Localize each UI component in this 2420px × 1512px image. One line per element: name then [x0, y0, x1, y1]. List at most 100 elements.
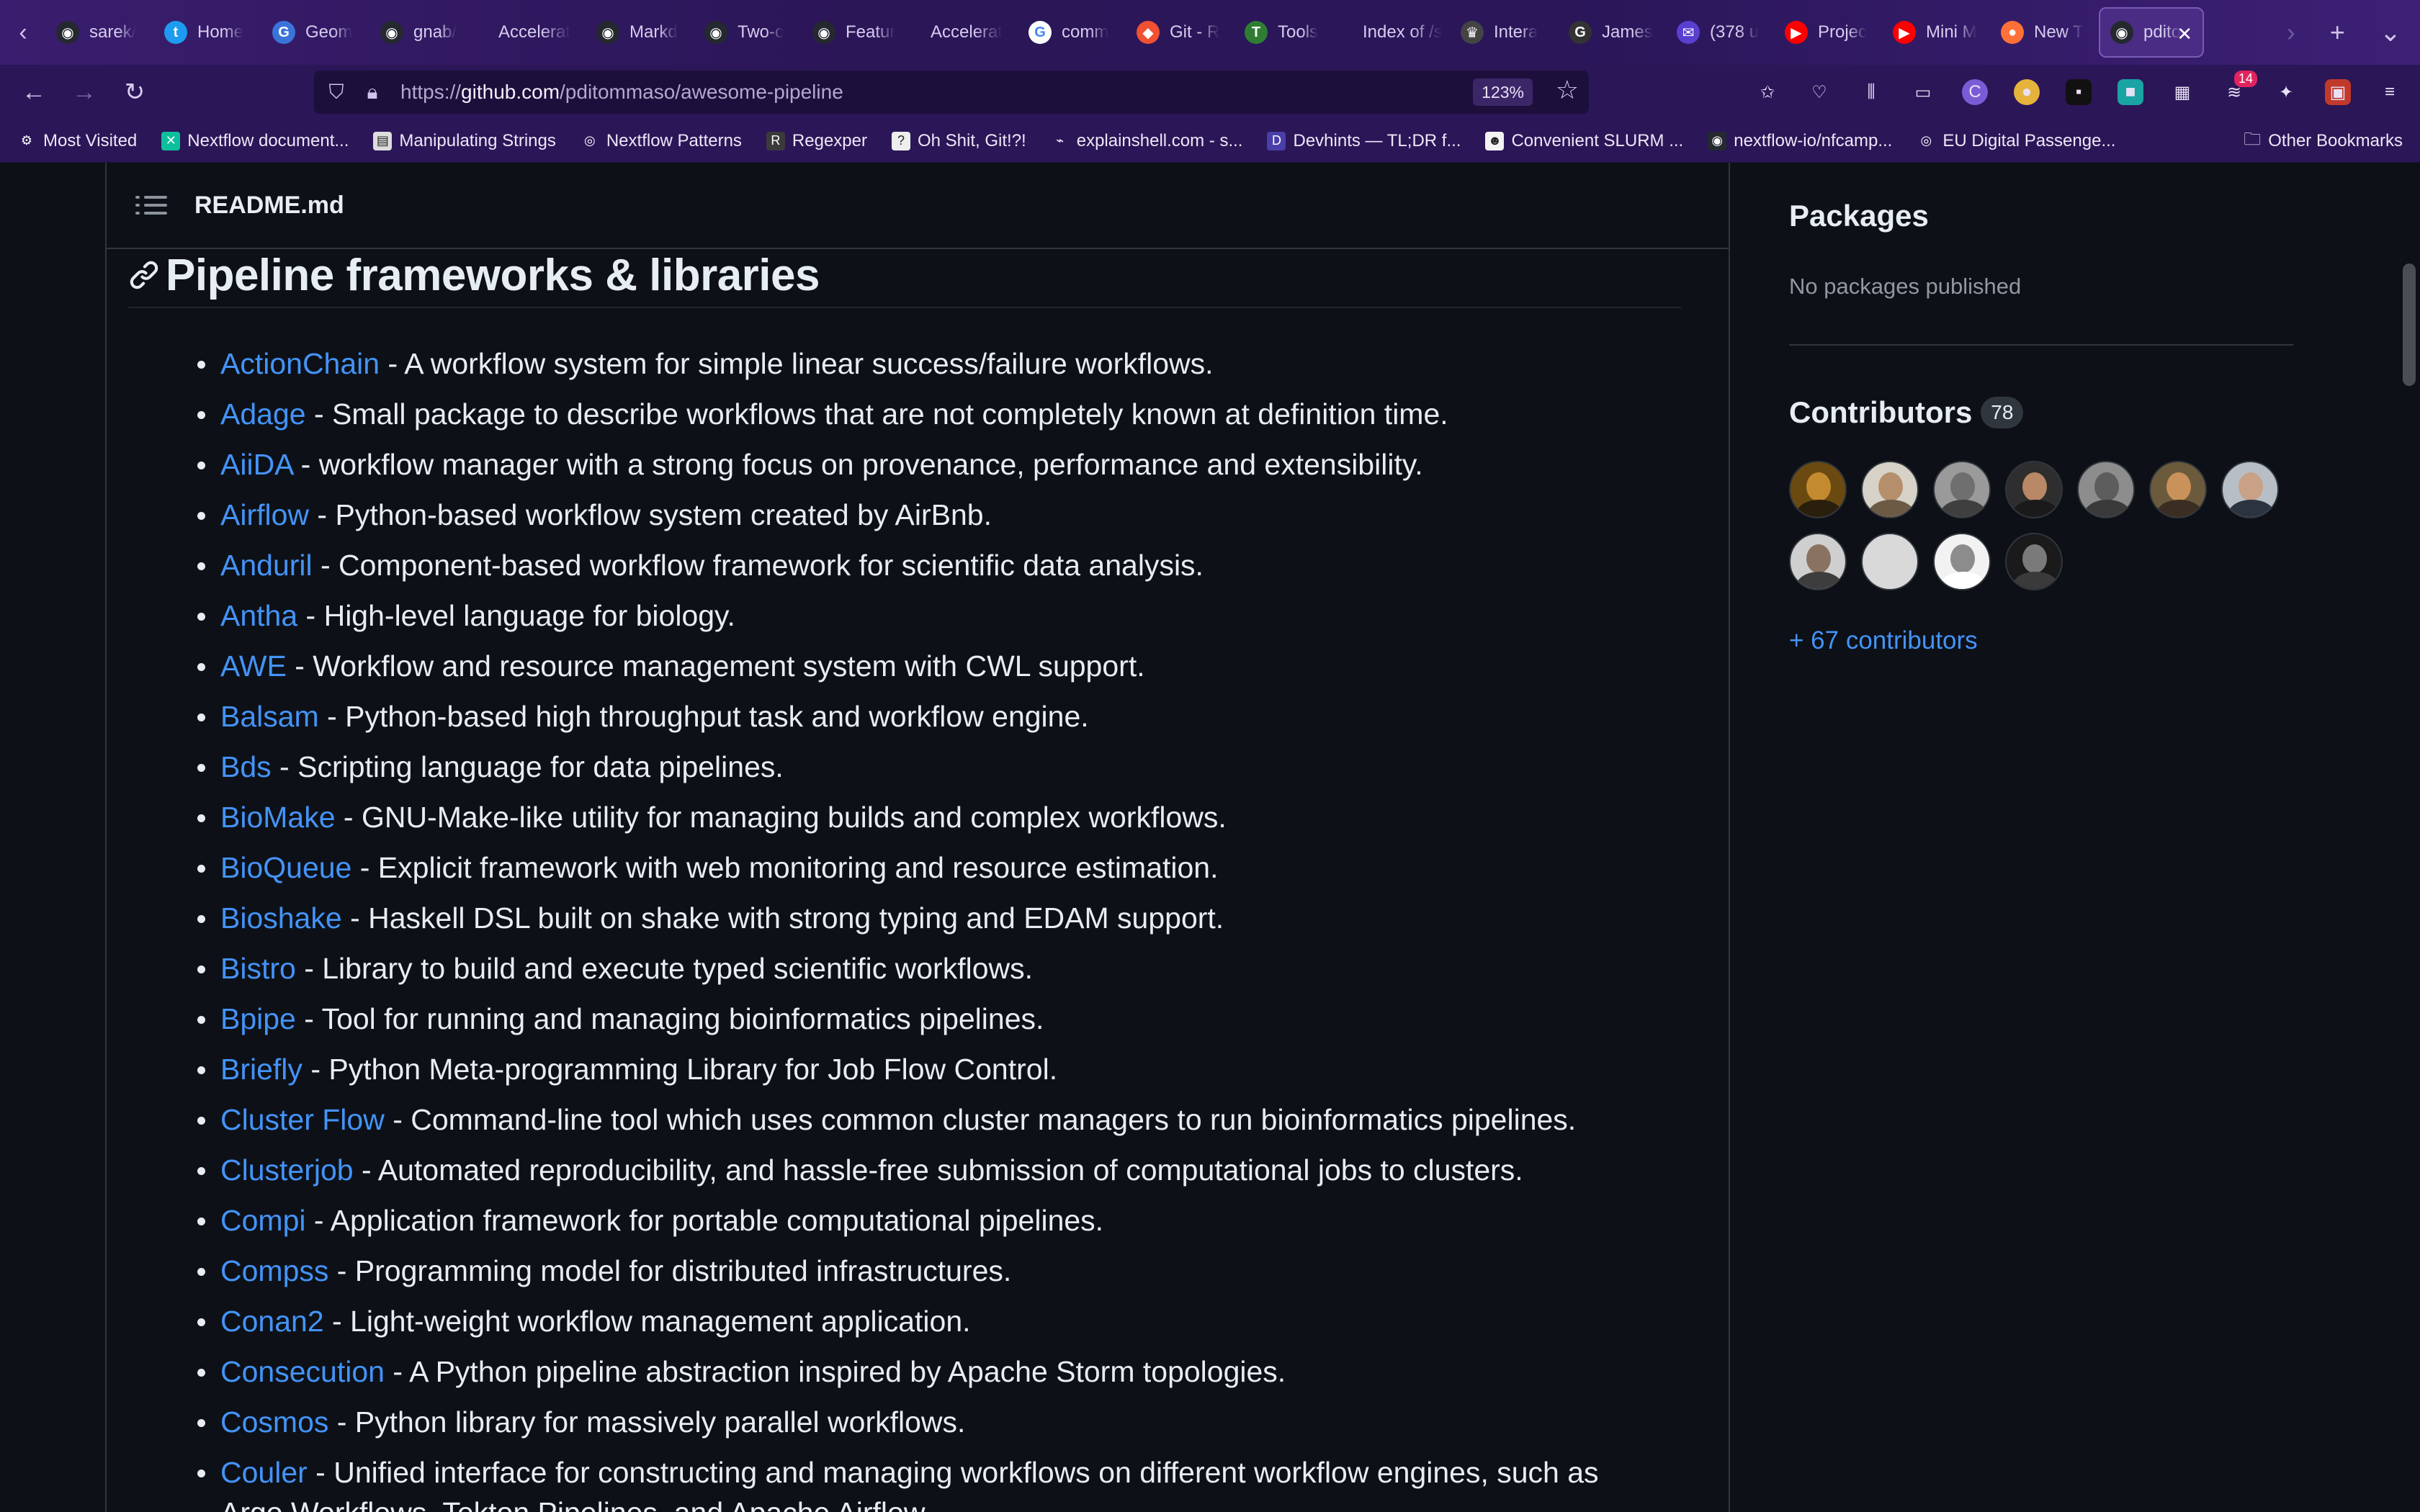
framework-link[interactable]: Airflow: [220, 498, 309, 531]
tab[interactable]: Accelerat: [478, 7, 586, 58]
framework-link[interactable]: Bistro: [220, 952, 296, 985]
contributor-avatar[interactable]: [1861, 461, 1919, 518]
extension-circle-icon[interactable]: ●: [2014, 79, 2040, 105]
tab[interactable]: ◉ Markd: [586, 7, 694, 58]
extension-grid-icon[interactable]: ▦: [2169, 79, 2195, 105]
framework-link[interactable]: Balsam: [220, 700, 319, 733]
tab[interactable]: ▶ Projec: [1775, 7, 1883, 58]
tab[interactable]: ♛ Intera: [1451, 7, 1559, 58]
contributor-avatar[interactable]: [2005, 461, 2063, 518]
framework-link[interactable]: Consecution: [220, 1355, 385, 1388]
contributor-avatar[interactable]: [2077, 461, 2135, 518]
framework-link[interactable]: Couler: [220, 1456, 308, 1489]
url-text[interactable]: https://github.com/pditommaso/awesome-pi…: [400, 81, 843, 104]
framework-link[interactable]: Cluster Flow: [220, 1103, 385, 1136]
framework-link[interactable]: AWE: [220, 649, 287, 683]
extension-red-icon[interactable]: ▣: [2325, 79, 2351, 105]
tab-active[interactable]: ◉ pdito ✕: [2099, 7, 2204, 58]
reload-button[interactable]: ↻: [109, 65, 160, 120]
page-scrollbar-thumb[interactable]: [2403, 264, 2416, 386]
close-tab-icon[interactable]: ✕: [2177, 23, 2192, 45]
bookmark-item[interactable]: R Regexper: [766, 131, 867, 151]
contributor-avatar[interactable]: [2149, 461, 2207, 518]
tab[interactable]: Gcomm: [1018, 7, 1126, 58]
new-tab-button[interactable]: +: [2330, 17, 2345, 48]
framework-link[interactable]: AiiDA: [220, 448, 292, 481]
framework-link[interactable]: Bioshake: [220, 901, 342, 935]
packages-heading[interactable]: Packages: [1789, 199, 1929, 233]
bookmark-item[interactable]: ◉ nextflow-io/nfcamp...: [1708, 131, 1892, 151]
reader-sidebar-icon[interactable]: ▭: [1910, 79, 1936, 105]
bookmark-item[interactable]: D Devhints — TL;DR f...: [1267, 131, 1461, 151]
tab[interactable]: G Geom: [262, 7, 370, 58]
framework-link[interactable]: Compss: [220, 1254, 328, 1287]
bookmark-item[interactable]: ? Oh Shit, Git!?!: [891, 131, 1026, 151]
anchor-link-icon[interactable]: [128, 259, 160, 291]
bookmark-item[interactable]: ⚙ Most Visited: [17, 131, 137, 151]
tab[interactable]: Accelerat: [910, 7, 1018, 58]
contributor-avatar[interactable]: [2005, 533, 2063, 590]
tab[interactable]: t Home: [154, 7, 262, 58]
back-button[interactable]: ←: [9, 65, 59, 120]
tab-scroll-right-icon[interactable]: ›: [2287, 17, 2295, 48]
contributor-avatar[interactable]: [1861, 533, 1919, 590]
tab[interactable]: ◉ Featur: [802, 7, 910, 58]
framework-link[interactable]: Cosmos: [220, 1405, 328, 1439]
forward-button[interactable]: →: [59, 65, 109, 120]
extension-dark-icon[interactable]: ▪: [2066, 79, 2092, 105]
url-bar[interactable]: ⛉ 🔒︎ https://github.com/pditommaso/aweso…: [314, 71, 1589, 114]
tab[interactable]: ◉ Two-c: [694, 7, 802, 58]
library-icon[interactable]: ⫼: [1858, 79, 1884, 105]
outline-list-icon[interactable]: [137, 190, 167, 220]
contributor-avatar[interactable]: [1789, 533, 1847, 590]
framework-link[interactable]: Clusterjob: [220, 1153, 354, 1187]
tab[interactable]: Index of /s: [1343, 7, 1451, 58]
tab[interactable]: T Tools: [1234, 7, 1343, 58]
framework-link[interactable]: Anduril: [220, 549, 313, 582]
bookmark-item[interactable]: ◎ Nextflow Patterns: [581, 131, 742, 151]
avatar-body: [1796, 500, 1842, 517]
tab[interactable]: G James: [1559, 7, 1667, 58]
more-contributors-link[interactable]: + 67 contributors: [1789, 626, 1978, 655]
zoom-indicator[interactable]: 123%: [1473, 78, 1533, 106]
bookmark-item[interactable]: ⌁ explainshell.com - s...: [1051, 131, 1242, 151]
extension-c-icon[interactable]: C: [1962, 79, 1988, 105]
tab-scroll-left-icon[interactable]: ‹: [0, 0, 46, 65]
tab[interactable]: ◉ sarek/: [46, 7, 154, 58]
framework-link[interactable]: Adage: [220, 397, 306, 431]
tab[interactable]: ◆ Git - R: [1126, 7, 1234, 58]
bookmark-item[interactable]: ▤ Manipulating Strings: [373, 131, 556, 151]
contributor-avatar[interactable]: [2221, 461, 2279, 518]
app-menu-icon[interactable]: ≡: [2377, 79, 2403, 105]
framework-link[interactable]: Compi: [220, 1204, 305, 1237]
framework-link[interactable]: BioQueue: [220, 851, 351, 884]
contributor-avatar[interactable]: [1789, 461, 1847, 518]
rss-feed-icon[interactable]: ≋ 14: [2221, 71, 2257, 105]
framework-link[interactable]: Conan2: [220, 1305, 324, 1338]
extension-multicolor-icon[interactable]: ✦: [2273, 79, 2299, 105]
framework-link[interactable]: Antha: [220, 599, 297, 632]
bookmark-item[interactable]: ✕ Nextflow document...: [161, 131, 349, 151]
tab[interactable]: ● New T: [1991, 7, 2099, 58]
framework-link[interactable]: Bds: [220, 750, 272, 783]
tracking-shield-icon[interactable]: ⛉: [318, 81, 354, 104]
other-bookmarks-folder[interactable]: 🗀︎ Other Bookmarks: [2244, 120, 2403, 163]
bookmark-item[interactable]: ◎ EU Digital Passenge...: [1917, 131, 2115, 151]
framework-link[interactable]: BioMake: [220, 801, 336, 834]
bookmark-star-icon[interactable]: ☆: [1556, 75, 1579, 105]
framework-link[interactable]: Bpipe: [220, 1002, 296, 1035]
tab[interactable]: ◉ gnab/: [370, 7, 478, 58]
tab-list-chevron-icon[interactable]: ⌄: [2380, 17, 2401, 48]
contributor-avatar[interactable]: [1933, 533, 1991, 590]
lock-icon[interactable]: 🔒︎: [354, 81, 390, 104]
tab[interactable]: ▶ Mini M: [1883, 7, 1991, 58]
contributors-heading[interactable]: Contributors 78: [1789, 395, 2024, 430]
extension-teal-icon[interactable]: ■: [2118, 79, 2143, 105]
framework-link[interactable]: ActionChain: [220, 347, 380, 380]
framework-link[interactable]: Briefly: [220, 1053, 302, 1086]
tab[interactable]: ✉ (378 u: [1667, 7, 1775, 58]
contributor-avatar[interactable]: [1933, 461, 1991, 518]
pocket-save-icon[interactable]: ✩: [1754, 79, 1780, 105]
bookmark-item[interactable]: ☻ Convenient SLURM ...: [1485, 131, 1683, 151]
pocket-icon[interactable]: ♡: [1806, 79, 1832, 105]
